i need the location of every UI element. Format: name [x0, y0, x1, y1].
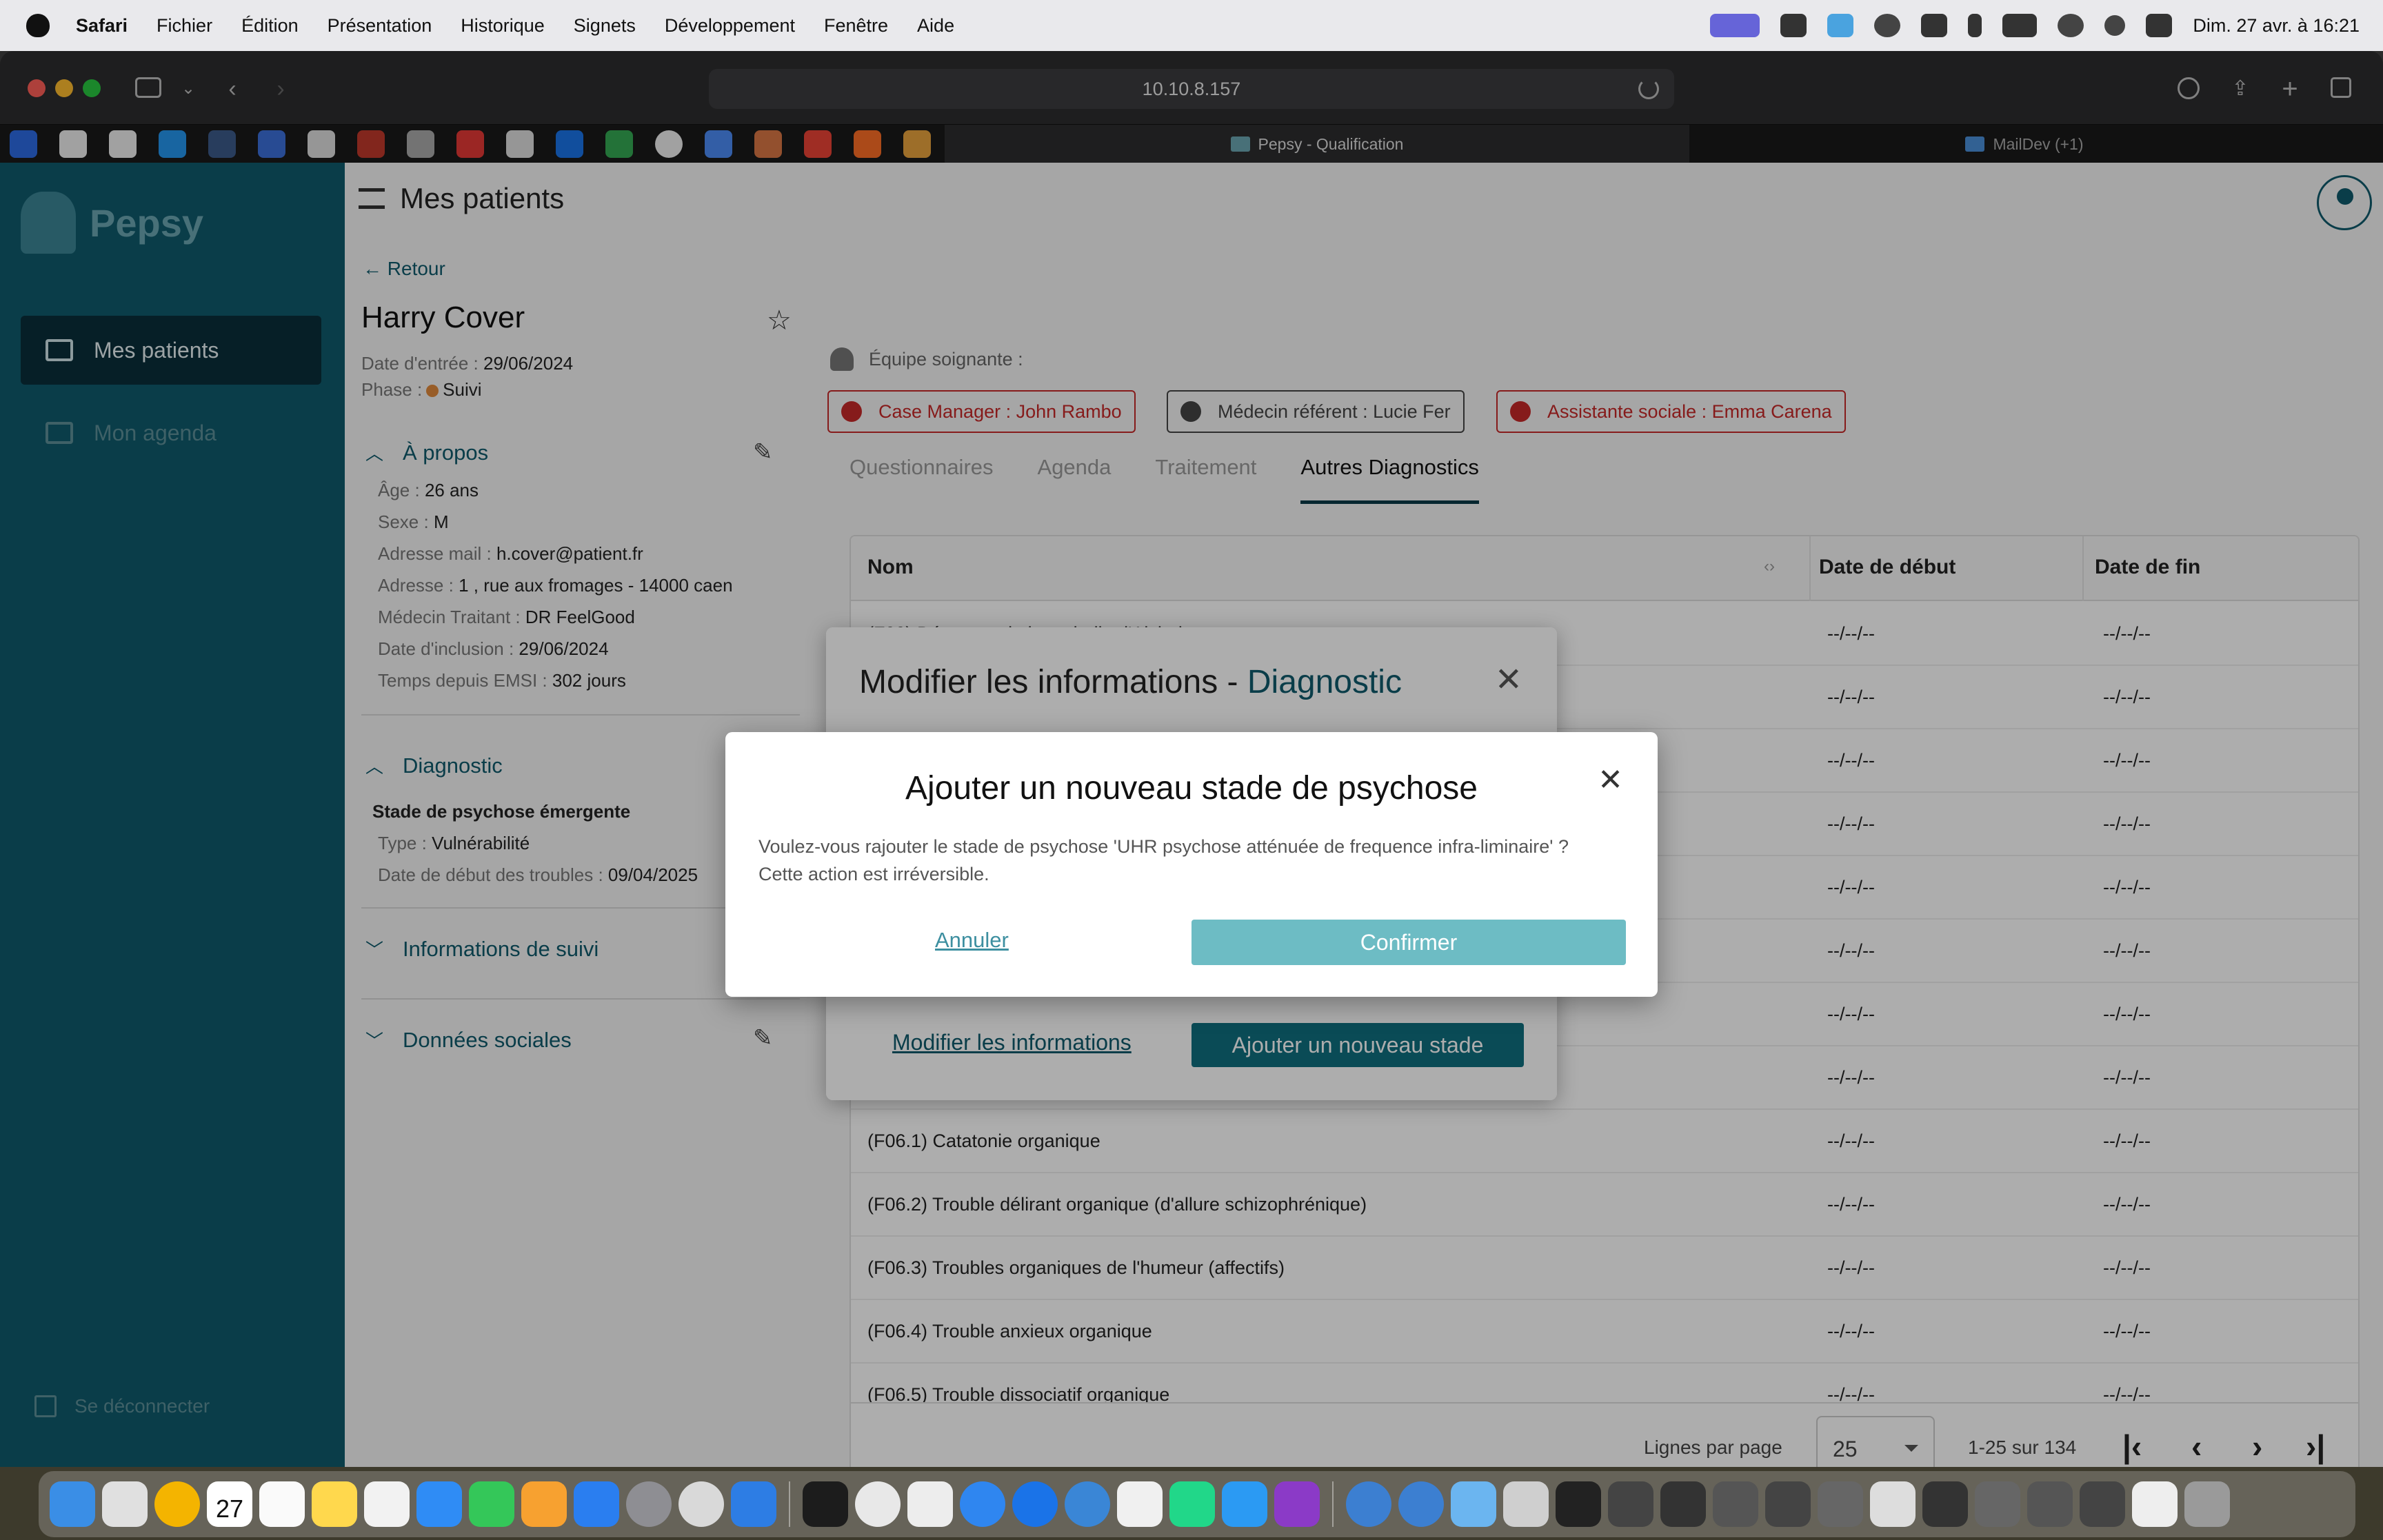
dock-bar: 27	[39, 1471, 2355, 1537]
minimized-window-icon[interactable]	[2132, 1481, 2178, 1527]
safari-icon[interactable]	[960, 1481, 1005, 1527]
pycharm-icon[interactable]	[1169, 1481, 1215, 1527]
privacy-icon[interactable]	[678, 1481, 724, 1527]
bluetooth-icon[interactable]	[1968, 14, 1982, 37]
grammarly-icon[interactable]	[1780, 14, 1807, 37]
app-menu: Safari Fichier Édition Présentation Hist…	[76, 15, 983, 37]
menu-history[interactable]: Historique	[461, 15, 545, 37]
font-book-icon[interactable]	[907, 1481, 953, 1527]
pages-icon[interactable]	[521, 1481, 567, 1527]
reminders-icon[interactable]	[259, 1481, 305, 1527]
minimized-window-icon[interactable]	[1713, 1481, 1758, 1527]
tableplus-icon[interactable]	[1117, 1481, 1163, 1527]
upload-icon[interactable]	[1921, 14, 1948, 37]
cancel-button[interactable]: Annuler	[935, 928, 1009, 953]
minimized-window-icon[interactable]	[1765, 1481, 1811, 1527]
minimized-window-icon[interactable]	[1503, 1481, 1549, 1527]
minimized-window-icon[interactable]	[1975, 1481, 2020, 1527]
finder-icon[interactable]	[50, 1481, 95, 1527]
numbers-icon[interactable]	[469, 1481, 514, 1527]
confirm-dialog-message: Voulez-vous rajouter le stade de psychos…	[758, 833, 1627, 888]
downloads-folder-icon[interactable]	[1451, 1481, 1496, 1527]
notes-icon[interactable]	[312, 1481, 357, 1527]
keynote-icon[interactable]	[416, 1481, 462, 1527]
menu-view[interactable]: Présentation	[328, 15, 432, 37]
gitkraken-icon[interactable]	[1274, 1481, 1320, 1527]
minimized-window-icon[interactable]	[1556, 1481, 1601, 1527]
safari-window: ⌄ ‹ › 10.10.8.157 ⇪ + Pepsy - Qualificat…	[0, 51, 2383, 1467]
minimized-window-icon[interactable]	[1870, 1481, 1916, 1527]
calendar-icon[interactable]: 27	[207, 1481, 252, 1527]
wifi-icon[interactable]	[2058, 14, 2084, 37]
confirm-dialog-line: Cette action est irréversible.	[758, 864, 989, 884]
minimized-window-icon[interactable]	[1818, 1481, 1863, 1527]
confirm-stage-dialog: Ajouter un nouveau stade de psychose ✕ V…	[725, 732, 1658, 997]
screen-share-icon[interactable]	[1710, 14, 1760, 37]
launchpad-icon[interactable]	[102, 1481, 148, 1527]
dock-separator	[1332, 1481, 1334, 1527]
minimized-window-icon[interactable]	[1922, 1481, 1968, 1527]
vscode-icon[interactable]	[1222, 1481, 1267, 1527]
maps-icon[interactable]	[1012, 1481, 1058, 1527]
dock-separator	[789, 1481, 790, 1527]
translate-icon[interactable]	[1827, 14, 1854, 37]
control-center-icon[interactable]	[2146, 14, 2173, 37]
system-settings-icon[interactable]	[626, 1481, 672, 1527]
calendar-day: 27	[215, 1495, 244, 1523]
terminal-icon[interactable]	[803, 1481, 848, 1527]
chrome-icon[interactable]	[855, 1481, 901, 1527]
minimized-window-icon[interactable]	[2027, 1481, 2073, 1527]
markdown-icon[interactable]	[1065, 1481, 1110, 1527]
macos-dock: 27	[0, 1467, 2383, 1540]
menu-app-name[interactable]: Safari	[76, 15, 128, 37]
macos-menubar: Safari Fichier Édition Présentation Hist…	[0, 0, 2383, 51]
menubar-clock[interactable]: Dim. 27 avr. à 16:21	[2193, 15, 2360, 37]
chatgpt-icon[interactable]	[1874, 14, 1901, 37]
network-icon[interactable]	[1398, 1481, 1444, 1527]
menu-help[interactable]: Aide	[917, 15, 954, 37]
confirm-dialog-title: Ajouter un nouveau stade de psychose	[905, 770, 1478, 807]
battery-icon[interactable]	[2002, 14, 2038, 37]
photos-icon[interactable]	[154, 1481, 200, 1527]
app-store-icon[interactable]	[574, 1481, 619, 1527]
confirm-button[interactable]: Confirmer	[1192, 920, 1626, 965]
apple-menu-icon[interactable]	[26, 14, 50, 37]
menu-edit[interactable]: Édition	[241, 15, 299, 37]
menu-bookmarks[interactable]: Signets	[574, 15, 636, 37]
minimized-window-icon[interactable]	[1608, 1481, 1653, 1527]
xcode-icon[interactable]	[731, 1481, 776, 1527]
menu-file[interactable]: Fichier	[157, 15, 212, 37]
menu-develop[interactable]: Développement	[665, 15, 795, 37]
freeform-icon[interactable]	[364, 1481, 410, 1527]
network-icon[interactable]	[1346, 1481, 1391, 1527]
menu-window[interactable]: Fenêtre	[824, 15, 888, 37]
status-area: Dim. 27 avr. à 16:21	[1710, 0, 2360, 51]
minimized-window-icon[interactable]	[2080, 1481, 2125, 1527]
spotlight-icon[interactable]	[2104, 15, 2126, 36]
close-icon[interactable]: ✕	[1598, 762, 1623, 798]
minimized-window-icon[interactable]	[1660, 1481, 1706, 1527]
confirm-dialog-line: Voulez-vous rajouter le stade de psychos…	[758, 836, 1569, 857]
trash-icon[interactable]	[2184, 1481, 2230, 1527]
